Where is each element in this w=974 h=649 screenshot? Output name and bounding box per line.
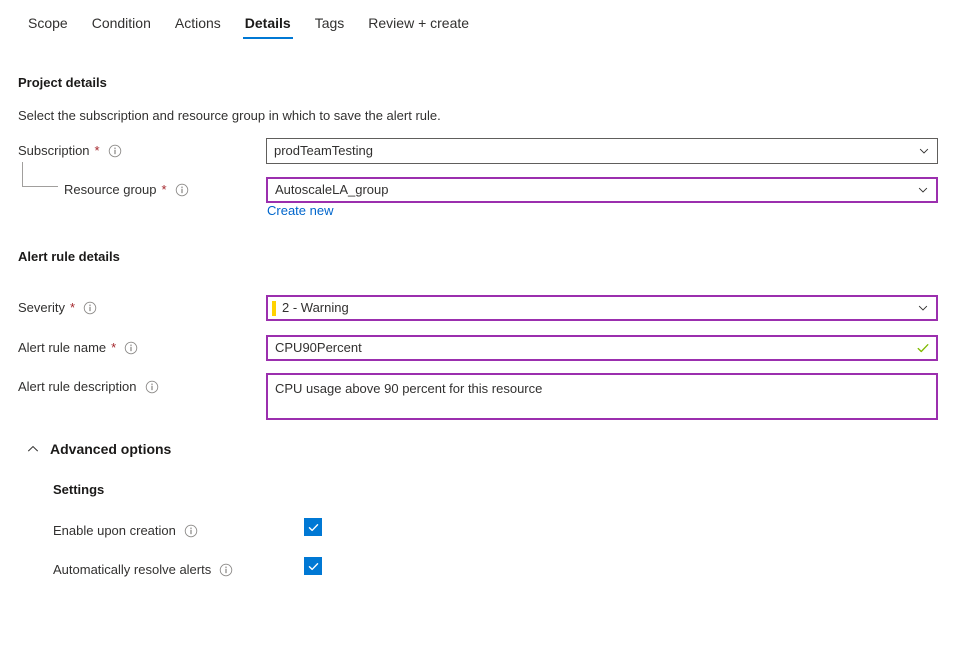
automatically-resolve-alerts-checkbox[interactable] [304, 557, 322, 575]
tab-scope[interactable]: Scope [16, 0, 80, 45]
severity-label: Severity * [18, 300, 97, 315]
advanced-options-label: Advanced options [50, 441, 171, 457]
project-details-description: Select the subscription and resource gro… [18, 108, 441, 123]
settings-heading: Settings [53, 482, 104, 497]
info-icon[interactable] [184, 524, 198, 538]
project-details-heading: Project details [18, 75, 107, 90]
resource-group-label: Resource group * [64, 182, 189, 197]
info-icon[interactable] [124, 341, 138, 355]
subscription-label-text: Subscription [18, 143, 90, 158]
alert-rule-name-value: CPU90Percent [275, 337, 916, 359]
chevron-down-icon [916, 183, 930, 197]
alert-rule-name-label-text: Alert rule name [18, 340, 106, 355]
automatically-resolve-alerts-label-text: Automatically resolve alerts [53, 562, 211, 577]
tab-details[interactable]: Details [233, 0, 303, 45]
alert-rule-description-value: CPU usage above 90 percent for this reso… [275, 381, 542, 396]
resource-group-required-asterisk: * [162, 182, 167, 197]
wizard-tab-bar: Scope Condition Actions Details Tags Rev… [0, 0, 974, 48]
subscription-dropdown[interactable]: prodTeamTesting [266, 138, 938, 164]
alert-rule-details-heading: Alert rule details [18, 249, 120, 264]
info-icon[interactable] [219, 563, 233, 577]
enable-upon-creation-label-text: Enable upon creation [53, 523, 176, 538]
tab-review-create[interactable]: Review + create [356, 0, 481, 45]
severity-value: 2 - Warning [282, 297, 916, 319]
severity-color-swatch [272, 301, 276, 316]
resource-group-dropdown[interactable]: AutoscaleLA_group [266, 177, 938, 203]
info-icon[interactable] [145, 380, 159, 394]
resource-group-tree-connector [22, 162, 58, 187]
chevron-down-icon [916, 301, 930, 315]
subscription-value: prodTeamTesting [274, 140, 917, 162]
info-icon[interactable] [175, 183, 189, 197]
chevron-up-icon [26, 442, 40, 456]
tab-condition-label: Condition [92, 15, 151, 31]
severity-label-text: Severity [18, 300, 65, 315]
checkmark-icon [307, 521, 320, 534]
alert-rule-name-required-asterisk: * [111, 340, 116, 355]
checkmark-icon [916, 341, 930, 355]
chevron-down-icon [917, 144, 931, 158]
severity-dropdown[interactable]: 2 - Warning [266, 295, 938, 321]
tab-scope-label: Scope [28, 15, 68, 31]
tab-actions-label: Actions [175, 15, 221, 31]
alert-rule-description-textarea[interactable]: CPU usage above 90 percent for this reso… [266, 373, 938, 420]
tab-review-create-label: Review + create [368, 15, 469, 31]
resource-group-label-text: Resource group [64, 182, 157, 197]
info-icon[interactable] [83, 301, 97, 315]
resource-group-value: AutoscaleLA_group [275, 179, 916, 201]
enable-upon-creation-checkbox[interactable] [304, 518, 322, 536]
tab-actions[interactable]: Actions [163, 0, 233, 45]
tab-condition[interactable]: Condition [80, 0, 163, 45]
enable-upon-creation-label: Enable upon creation [53, 523, 198, 538]
subscription-required-asterisk: * [95, 143, 100, 158]
advanced-options-toggle[interactable]: Advanced options [26, 441, 171, 457]
tab-details-label: Details [245, 15, 291, 31]
tab-tags[interactable]: Tags [303, 0, 357, 45]
subscription-label: Subscription * [18, 143, 122, 158]
tab-tags-label: Tags [315, 15, 345, 31]
alert-rule-description-label: Alert rule description [18, 379, 159, 394]
alert-rule-name-label: Alert rule name * [18, 340, 138, 355]
checkmark-icon [307, 560, 320, 573]
info-icon[interactable] [108, 144, 122, 158]
alert-rule-name-input[interactable]: CPU90Percent [266, 335, 938, 361]
automatically-resolve-alerts-label: Automatically resolve alerts [53, 562, 233, 577]
severity-required-asterisk: * [70, 300, 75, 315]
alert-rule-description-label-text: Alert rule description [18, 379, 137, 394]
create-new-resource-group-link[interactable]: Create new [267, 203, 333, 218]
